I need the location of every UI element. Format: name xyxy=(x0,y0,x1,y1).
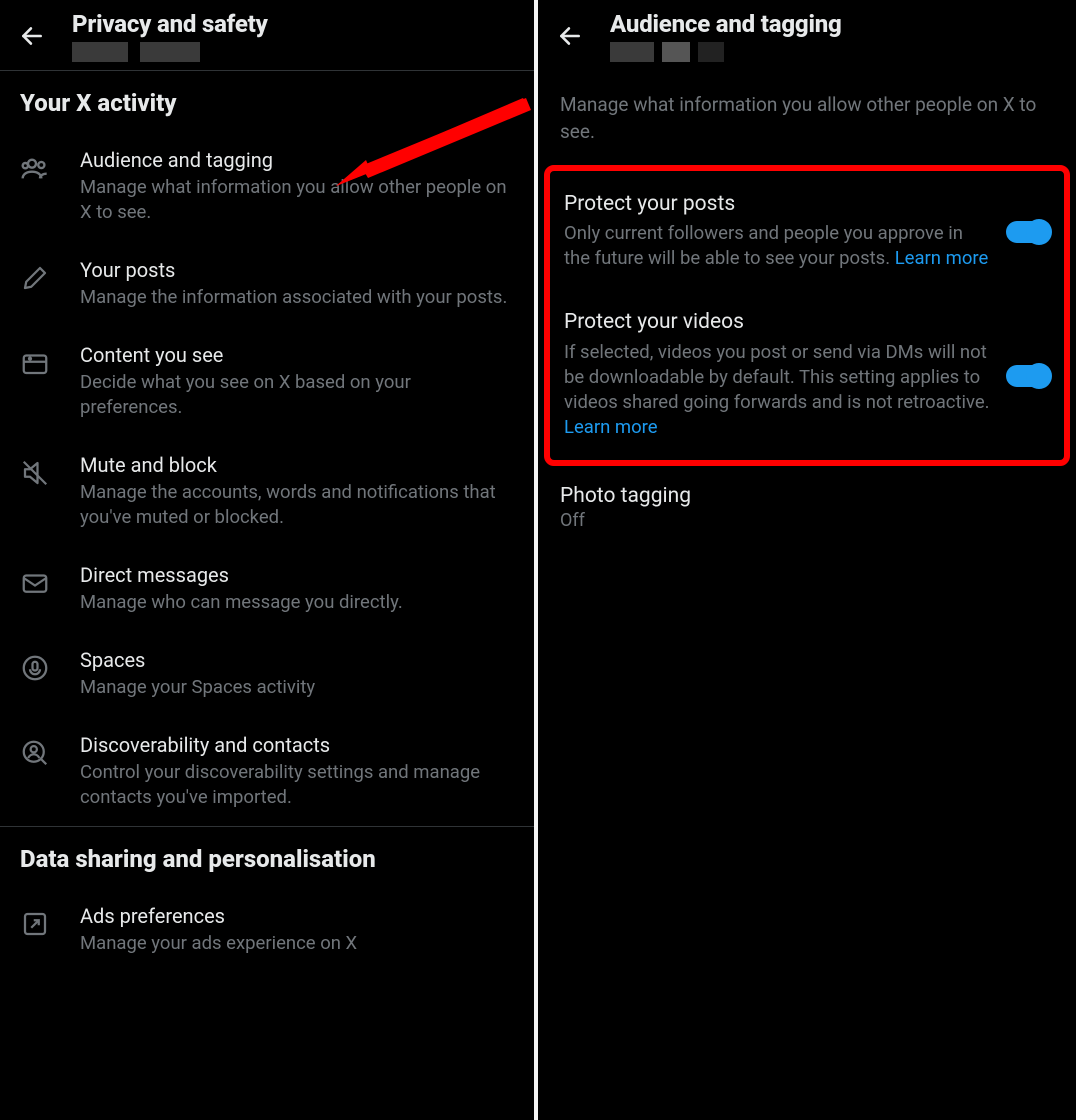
highlighted-settings: Protect your posts Only current follower… xyxy=(544,165,1070,465)
setting-title: Protect your videos xyxy=(564,309,992,336)
setting-desc: Only current followers and people you ap… xyxy=(564,221,992,271)
back-arrow-icon xyxy=(557,23,583,49)
pencil-icon xyxy=(20,263,56,297)
setting-value: Off xyxy=(560,510,1054,531)
page-title: Privacy and safety xyxy=(72,10,268,38)
item-spaces[interactable]: Spaces Manage your Spaces activity xyxy=(0,631,534,716)
back-arrow-icon xyxy=(19,23,45,49)
setting-title: Protect your posts xyxy=(564,191,992,218)
microphone-icon xyxy=(20,653,56,687)
item-desc: Manage the information associated with y… xyxy=(80,285,514,310)
header-right: Audience and tagging xyxy=(538,0,1076,70)
audience-tagging-panel: Audience and tagging Manage what informa… xyxy=(538,0,1076,1120)
item-title: Mute and block xyxy=(80,452,514,478)
item-your-posts[interactable]: Your posts Manage the information associ… xyxy=(0,241,534,326)
item-desc: Manage who can message you directly. xyxy=(80,590,514,615)
item-content-you-see[interactable]: Content you see Decide what you see on X… xyxy=(0,326,534,436)
learn-more-link[interactable]: Learn more xyxy=(895,247,989,269)
panel-description: Manage what information you allow other … xyxy=(538,70,1076,165)
item-title: Direct messages xyxy=(80,562,514,588)
mute-icon xyxy=(20,458,56,492)
item-title: Spaces xyxy=(80,647,514,673)
external-link-icon xyxy=(20,909,56,943)
item-desc: Manage your ads experience on X xyxy=(80,931,514,956)
item-title: Audience and tagging xyxy=(80,147,514,173)
envelope-icon xyxy=(20,568,56,602)
item-desc: Manage your Spaces activity xyxy=(80,675,514,700)
setting-protect-videos: Protect your videos If selected, videos … xyxy=(556,299,1058,443)
toggle-protect-posts[interactable] xyxy=(1006,221,1050,243)
person-search-icon xyxy=(20,738,56,772)
item-title: Content you see xyxy=(80,342,514,368)
item-title: Your posts xyxy=(80,257,514,283)
item-audience-tagging[interactable]: Audience and tagging Manage what informa… xyxy=(0,131,534,241)
redacted-subtitle xyxy=(72,42,268,62)
toggle-protect-videos[interactable] xyxy=(1006,365,1050,387)
section-title-data-sharing: Data sharing and personalisation xyxy=(0,827,534,887)
back-button[interactable] xyxy=(550,16,590,56)
setting-protect-posts: Protect your posts Only current follower… xyxy=(556,181,1058,299)
header-left: Privacy and safety xyxy=(0,0,534,70)
item-ads-preferences[interactable]: Ads preferences Manage your ads experien… xyxy=(0,887,534,972)
learn-more-link[interactable]: Learn more xyxy=(564,416,658,438)
item-desc: Manage what information you allow other … xyxy=(80,175,514,225)
setting-photo-tagging[interactable]: Photo tagging Off xyxy=(538,466,1076,541)
item-discoverability[interactable]: Discoverability and contacts Control you… xyxy=(0,716,534,826)
item-desc: Manage the accounts, words and notificat… xyxy=(80,480,514,530)
item-desc: Control your discoverability settings an… xyxy=(80,760,514,810)
people-group-icon xyxy=(20,153,56,189)
item-mute-block[interactable]: Mute and block Manage the accounts, word… xyxy=(0,436,534,546)
section-title-activity: Your X activity xyxy=(0,71,534,131)
back-button[interactable] xyxy=(12,16,52,56)
privacy-safety-panel: Privacy and safety Your X activity Audie… xyxy=(0,0,538,1120)
item-title: Ads preferences xyxy=(80,903,514,929)
setting-desc: If selected, videos you post or send via… xyxy=(564,340,992,440)
item-desc: Decide what you see on X based on your p… xyxy=(80,370,514,420)
page-title: Audience and tagging xyxy=(610,10,842,38)
redacted-subtitle xyxy=(610,42,842,62)
item-direct-messages[interactable]: Direct messages Manage who can message y… xyxy=(0,546,534,631)
setting-title: Photo tagging xyxy=(560,484,1054,508)
item-title: Discoverability and contacts xyxy=(80,732,514,758)
content-icon xyxy=(20,348,56,382)
